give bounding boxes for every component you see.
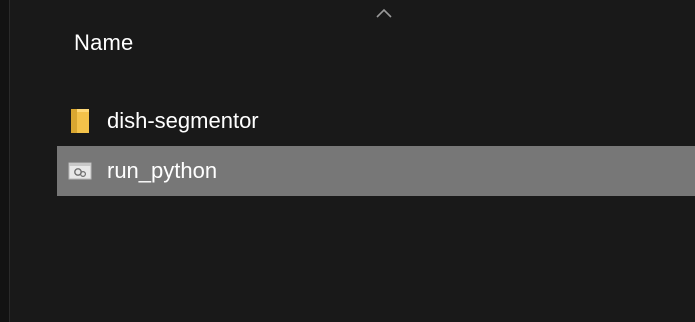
- batch-file-icon: [67, 158, 93, 184]
- file-name-label: run_python: [107, 158, 218, 183]
- sort-ascending-icon[interactable]: [376, 8, 392, 18]
- file-row-run-python[interactable]: run_python: [57, 146, 695, 196]
- file-row-dish-segmentor[interactable]: dish-segmentor: [57, 96, 695, 146]
- column-header-bar: Name: [10, 0, 695, 84]
- folder-icon: [67, 108, 93, 134]
- file-name-label: dish-segmentor: [107, 108, 259, 133]
- name-column-header[interactable]: Name: [74, 30, 134, 56]
- file-explorer-window: Name dish-segmentor run_python: [0, 0, 695, 322]
